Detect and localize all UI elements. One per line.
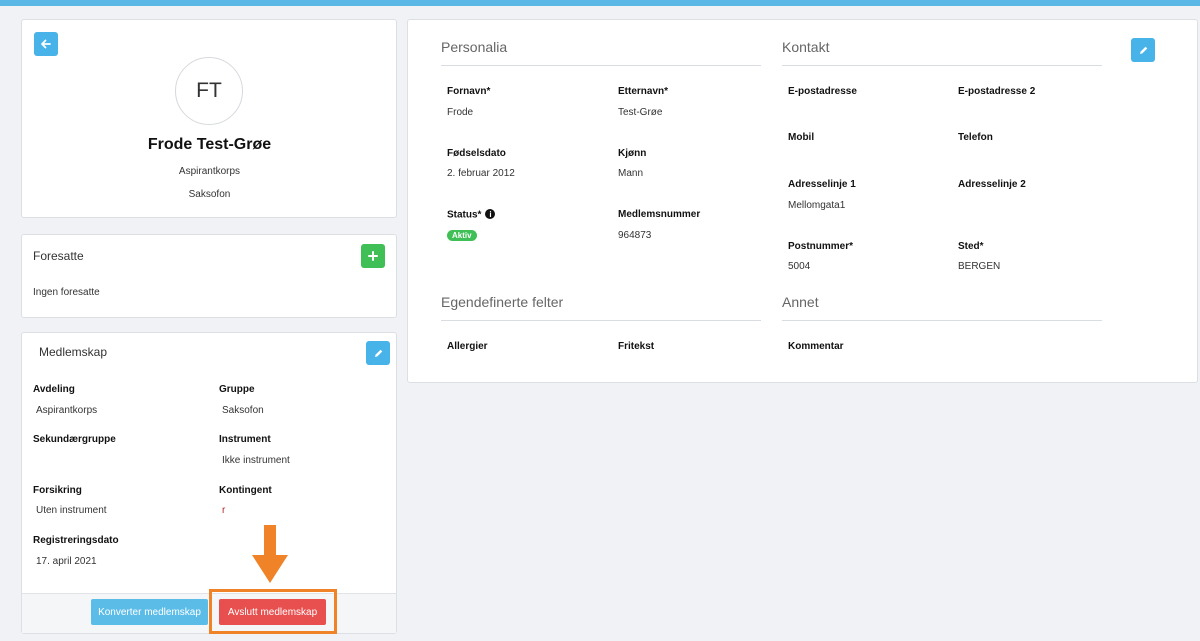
kontingent-value: r [222,505,226,516]
adresse1-label: Adresselinje 1 [788,179,856,190]
sekundaergruppe-label: Sekundærgruppe [33,434,116,445]
highlight-box [209,589,337,634]
fornavn-value: Frode [447,107,474,118]
personalia-title: Personalia [441,39,508,55]
adresse1-value: Mellomgata1 [788,200,846,211]
add-guardian-button[interactable] [361,244,385,268]
membership-title: Medlemskap [39,345,108,359]
registreringsdato-label: Registreringsdato [33,535,119,546]
etternavn-value: Test-Grøe [618,107,663,118]
back-button[interactable] [34,32,58,56]
kontingent-label: Kontingent [219,485,272,496]
allergier-label: Allergier [447,341,488,352]
status-badge: Aktiv [447,230,477,241]
edit-details-button[interactable] [1131,38,1155,62]
medlemsnummer-value: 964873 [618,230,652,241]
member-division: Aspirantkorps [178,166,241,177]
avatar: FT [175,57,243,125]
profile-card: FT Frode Test-Grøe Aspirantkorps Saksofo… [21,19,397,218]
avatar-initials: FT [196,79,222,102]
arrow-left-icon [41,39,51,49]
fritekst-label: Fritekst [618,341,655,352]
avdeling-label: Avdeling [33,384,75,395]
down-arrow-annotation-icon [252,525,288,583]
mobil-label: Mobil [788,132,815,143]
gruppe-value: Saksofon [222,405,264,416]
convert-membership-button[interactable]: Konverter medlemskap [91,599,208,625]
postnummer-label: Postnummer* [788,241,854,252]
instrument-label: Instrument [219,434,271,445]
member-name: Frode Test-Grøe [147,136,272,153]
info-icon[interactable]: i [485,209,496,219]
annet-title: Annet [782,294,819,310]
fodselsdato-label: Fødselsdato [447,148,506,159]
kjonn-label: Kjønn [618,148,647,159]
kontakt-title: Kontakt [782,39,830,55]
kommentar-label: Kommentar [788,341,844,352]
top-bar [0,0,1200,6]
telefon-label: Telefon [958,132,993,143]
guardians-title: Foresatte [33,249,84,263]
pencil-icon [1139,46,1147,54]
forsikring-value: Uten instrument [36,505,107,516]
pencil-icon [374,349,382,357]
guardians-card: Foresatte Ingen foresatte [21,234,397,318]
egendefinerte-title: Egendefinerte felter [441,294,564,310]
epost-label: E-postadresse [788,86,857,97]
instrument-value: Ikke instrument [222,455,290,466]
postnummer-value: 5004 [788,261,811,272]
forsikring-label: Forsikring [33,485,82,496]
fornavn-label: Fornavn* [447,86,491,97]
kjonn-value: Mann [618,168,644,179]
adresse2-label: Adresselinje 2 [958,179,1026,190]
avdeling-value: Aspirantkorps [36,405,98,416]
member-group: Saksofon [188,189,231,200]
status-label-wrap: Status* i [447,209,496,221]
epost2-label: E-postadresse 2 [958,86,1036,97]
status-label: Status* [447,209,482,221]
fodselsdato-value: 2. februar 2012 [447,168,515,179]
kontakt-divider [782,65,1102,66]
sted-value: BERGEN [958,261,1001,272]
guardians-empty-text: Ingen foresatte [33,287,100,298]
edit-membership-button[interactable] [366,341,390,365]
egendefinerte-divider [441,320,761,321]
medlemsnummer-label: Medlemsnummer [618,209,701,220]
registreringsdato-value: 17. april 2021 [36,556,97,567]
etternavn-label: Etternavn* [618,86,669,97]
sted-label: Sted* [958,241,984,252]
gruppe-label: Gruppe [219,384,255,395]
annet-divider [782,320,1102,321]
personalia-divider [441,65,761,66]
plus-icon [368,251,378,261]
details-card: Personalia Kontakt Fornavn* Frode Ettern… [407,19,1198,383]
